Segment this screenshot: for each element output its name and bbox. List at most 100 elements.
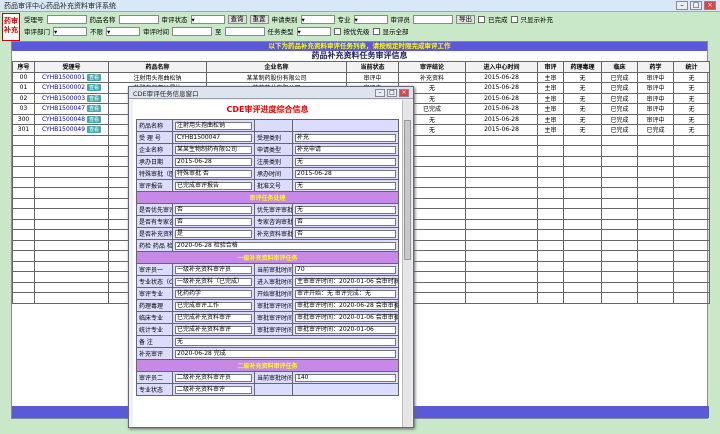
review1-value[interactable]: 审批审评时间：2020-01-06 会审审批时间：2020-06-28 bbox=[292, 311, 399, 324]
acceptance-number-link[interactable]: CYHB1500047 bbox=[42, 105, 85, 112]
acceptance-number-link[interactable]: CYHB1500001 bbox=[42, 74, 85, 81]
filter-checkbox-1[interactable] bbox=[510, 15, 518, 23]
review2-field[interactable]: 二级补充资料审评 bbox=[175, 385, 252, 394]
cell-id[interactable]: CYHB1500049 查看 bbox=[34, 124, 109, 136]
acceptance-number-link[interactable]: CYHB1500002 bbox=[42, 84, 85, 91]
task-value[interactable]: 否 bbox=[172, 203, 255, 216]
task-value[interactable]: 无 bbox=[292, 203, 399, 216]
review1-value[interactable]: 审评开始：无 审评完成：无 bbox=[292, 287, 399, 300]
task-note-value[interactable]: 2020-06-28 检验合格 bbox=[172, 239, 399, 252]
review1-value[interactable]: 一级补充资料审评员 bbox=[172, 263, 255, 276]
review1-value[interactable]: 已完成审评工作 bbox=[172, 299, 255, 312]
basic-value[interactable]: 注射用头孢曲松钠 bbox=[172, 119, 255, 132]
basic-field[interactable]: 补充 bbox=[295, 133, 396, 142]
dialog-minimize-button[interactable]: – bbox=[375, 88, 385, 97]
review2-field[interactable]: 二级补充资料审评员 bbox=[175, 373, 252, 382]
review1-field[interactable]: 已完成审评工作 bbox=[175, 301, 252, 310]
view-button[interactable]: 查看 bbox=[87, 115, 102, 123]
dialog-scrollbar[interactable] bbox=[402, 100, 412, 427]
basic-value[interactable] bbox=[292, 119, 399, 132]
filter-checkbox-0[interactable] bbox=[478, 15, 485, 23]
table-row[interactable]: 00 CYHB1500001 查看 注射用头孢曲松钠 某某制药股份有限公司 审评中 补充资… bbox=[12, 71, 710, 83]
basic-value[interactable]: 特殊审批 否 bbox=[172, 167, 255, 180]
basic-value[interactable]: 无 bbox=[292, 155, 399, 168]
column-header-7[interactable]: 审评 bbox=[537, 61, 564, 73]
scrollbar-thumb[interactable] bbox=[404, 120, 411, 261]
review2-value[interactable]: 140 bbox=[292, 371, 399, 384]
basic-value[interactable]: 补充申请 bbox=[292, 143, 399, 156]
minimize-button[interactable]: – bbox=[676, 1, 688, 10]
review1-field[interactable]: 已完成补充资料审评 bbox=[175, 325, 252, 334]
review1-field[interactable]: 审批审评时间：2020-06-28 会审审批时间：2020-06-28 bbox=[295, 301, 398, 310]
review1-value[interactable]: 审批审评时间：2020-06-28 会审审批时间：2020-06-28 bbox=[292, 299, 399, 312]
review1-field[interactable]: 70 bbox=[295, 265, 396, 274]
review2-value[interactable]: 二级补充资料审评 bbox=[172, 383, 255, 396]
review1-field[interactable]: 一级补充资料（已完成） bbox=[175, 277, 252, 286]
cell-id[interactable]: CYHB1500001 查看 bbox=[34, 71, 109, 83]
basic-field[interactable]: 无 bbox=[295, 181, 396, 190]
review1-note-field[interactable]: 2020-06-28 完成 bbox=[175, 349, 396, 358]
basic-field[interactable]: 特殊审批 否 bbox=[175, 169, 252, 178]
review1-field[interactable]: 审评开始：无 审评完成：无 bbox=[295, 289, 396, 298]
review1-value[interactable]: 已完成补充资料审评 bbox=[172, 311, 255, 324]
view-button[interactable]: 查看 bbox=[87, 73, 102, 81]
view-button[interactable]: 查看 bbox=[87, 126, 102, 134]
column-header-10[interactable]: 药学 bbox=[637, 61, 674, 73]
review1-note-value[interactable]: 无 bbox=[172, 335, 399, 348]
basic-field[interactable]: CYHB1500047 bbox=[175, 133, 252, 142]
review1-value[interactable]: 一级补充资料（已完成） bbox=[172, 275, 255, 288]
review1-value[interactable]: 主审审评时间：2020-01-06 会审时间：2020-06-28 bbox=[292, 275, 399, 288]
review1-field[interactable]: 已完成补充资料审评 bbox=[175, 313, 252, 322]
task-value[interactable]: 否 bbox=[172, 215, 255, 228]
filter-select-1[interactable]: ▾ bbox=[106, 26, 140, 36]
filter-select-4[interactable]: ▾ bbox=[296, 26, 331, 36]
column-header-8[interactable]: 药理毒理 bbox=[563, 61, 602, 73]
column-header-6[interactable]: 进入中心时间 bbox=[465, 61, 538, 73]
review2-value[interactable]: 二级补充资料审评员 bbox=[172, 371, 255, 384]
acceptance-number-link[interactable]: CYHB1500049 bbox=[42, 126, 85, 133]
task-field[interactable]: 否 bbox=[175, 217, 252, 226]
review1-value[interactable]: 已完成补充资料审评 bbox=[172, 323, 255, 336]
filter-input-1[interactable] bbox=[118, 14, 159, 24]
column-header-0[interactable]: 序号 bbox=[12, 61, 35, 73]
review1-value[interactable]: 审批审评时间：2020-01-06 bbox=[292, 323, 399, 336]
filter-input-2[interactable] bbox=[172, 26, 212, 36]
basic-field[interactable]: 2015-06-28 bbox=[175, 157, 252, 166]
cell-id[interactable]: CYHB1500048 查看 bbox=[34, 113, 109, 125]
filter-button-3[interactable]: 查询 bbox=[227, 14, 247, 24]
acceptance-number-link[interactable]: CYHB1500003 bbox=[42, 95, 85, 102]
view-button[interactable]: 查看 bbox=[87, 84, 102, 92]
task-value[interactable]: 否 bbox=[292, 227, 399, 240]
task-field[interactable]: 无 bbox=[295, 205, 396, 214]
basic-value[interactable]: 某某生物制药有限公司 bbox=[172, 143, 255, 156]
cell-id[interactable]: CYHB1500003 查看 bbox=[34, 92, 109, 104]
review1-value[interactable]: 化药药学 bbox=[172, 287, 255, 300]
column-header-5[interactable]: 审评结论 bbox=[398, 61, 466, 73]
basic-value[interactable]: 2015-06-28 bbox=[292, 167, 399, 180]
basic-field[interactable]: 已完成审评报告 bbox=[175, 181, 252, 190]
column-header-11[interactable]: 统计 bbox=[673, 61, 710, 73]
task-field[interactable]: 否 bbox=[295, 217, 396, 226]
maximize-button[interactable]: □ bbox=[690, 1, 702, 10]
review1-field[interactable]: 审批审评时间：2020-01-06 bbox=[295, 325, 396, 334]
column-header-1[interactable]: 受理号 bbox=[34, 61, 109, 73]
basic-field[interactable]: 2015-06-28 bbox=[295, 169, 396, 178]
review1-note-field[interactable]: 无 bbox=[175, 337, 396, 346]
basic-value[interactable]: 补充 bbox=[292, 131, 399, 144]
filter-select-0[interactable]: ▾ bbox=[53, 26, 87, 36]
task-value[interactable]: 否 bbox=[292, 215, 399, 228]
basic-field[interactable]: 注射用头孢曲松钠 bbox=[175, 121, 252, 130]
column-header-4[interactable]: 当前状态 bbox=[346, 61, 399, 73]
filter-input-0[interactable] bbox=[46, 14, 87, 24]
close-button[interactable]: × bbox=[704, 1, 716, 10]
task-value[interactable]: 是 bbox=[172, 227, 255, 240]
column-header-9[interactable]: 临床 bbox=[601, 61, 638, 73]
acceptance-number-link[interactable]: CYHB1500048 bbox=[42, 116, 85, 123]
basic-value[interactable]: 2015-06-28 bbox=[172, 155, 255, 168]
basic-field[interactable]: 某某生物制药有限公司 bbox=[175, 145, 252, 154]
review2-value[interactable] bbox=[292, 383, 399, 396]
filter-input-7[interactable] bbox=[413, 14, 453, 24]
review1-field[interactable]: 审批审评时间：2020-01-06 会审审批时间：2020-06-28 bbox=[295, 313, 398, 322]
basic-field[interactable]: 无 bbox=[295, 157, 396, 166]
view-button[interactable]: 查看 bbox=[87, 94, 102, 102]
